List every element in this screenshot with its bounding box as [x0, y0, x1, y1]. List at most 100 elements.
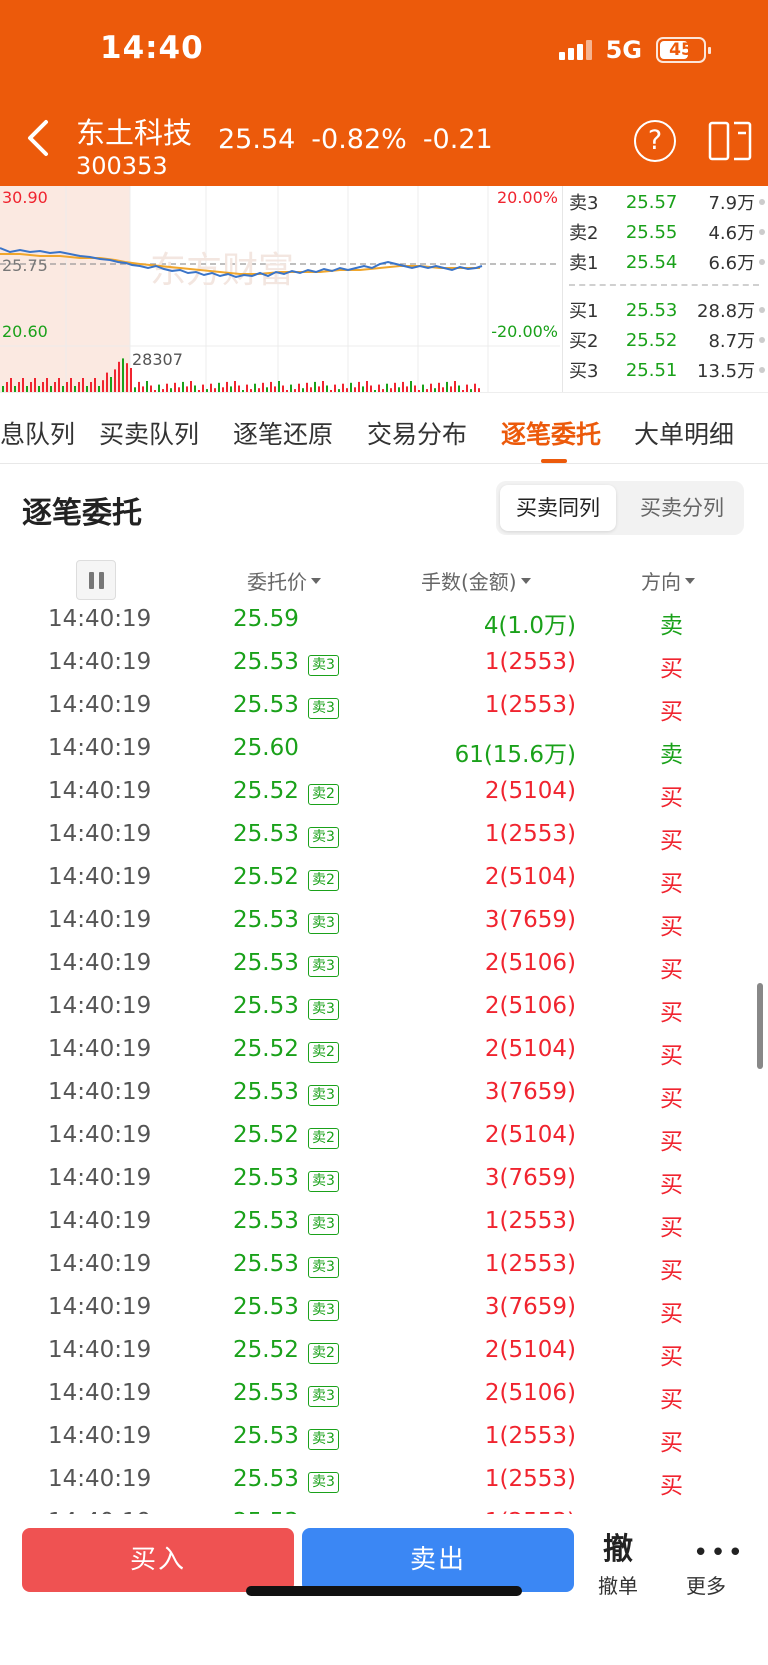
- volume-bar: [6, 382, 8, 392]
- split-column-button[interactable]: 买卖分列: [624, 485, 740, 531]
- top-bar: 14:40 5G 45 东土科技 300353 25.54 -0.82% -0.…: [0, 0, 768, 186]
- trade-time: 14:40:19: [48, 1036, 152, 1062]
- cancel-order-icon[interactable]: 撤: [603, 1524, 633, 1568]
- volume-column-header[interactable]: 手数(金额): [421, 566, 531, 595]
- trade-price: 25.53: [233, 907, 299, 933]
- trade-price: 25.53: [233, 1251, 299, 1277]
- same-column-button[interactable]: 买卖同列: [500, 485, 616, 531]
- direction-column-header[interactable]: 方向: [641, 566, 695, 595]
- trade-volume: 1(2553): [484, 1208, 576, 1234]
- level-badge: 卖3: [308, 1429, 339, 1450]
- trade-price: 25.53: [233, 1079, 299, 1105]
- tab-info-queue[interactable]: 息队列: [0, 415, 75, 451]
- trade-row: 14:40:19 25.52 卖2 2(5104) 买: [0, 772, 768, 815]
- tab-order-queue[interactable]: 买卖队列: [99, 415, 199, 451]
- trade-direction: 买: [660, 1301, 683, 1327]
- dot-icon: [759, 367, 765, 373]
- more-icon[interactable]: •••: [693, 1538, 745, 1568]
- scrollbar[interactable]: [757, 983, 763, 1069]
- back-icon[interactable]: [22, 118, 56, 158]
- tab-trade-distribution[interactable]: 交易分布: [367, 415, 467, 451]
- more-button[interactable]: 更多: [686, 1570, 726, 1599]
- level-badge: 卖3: [308, 1472, 339, 1493]
- bid-price: 25.51: [625, 359, 678, 381]
- chart-down-pct: -20.00%: [491, 322, 558, 341]
- sort-caret-icon: [520, 577, 531, 584]
- trade-row: 14:40:1925.53卖31(2553)买: [0, 815, 768, 858]
- trade-price: 25.52: [233, 1337, 299, 1363]
- level-badge: 卖2: [308, 1042, 339, 1063]
- sell-button[interactable]: 卖出: [302, 1528, 574, 1592]
- pause-icon[interactable]: [76, 560, 116, 600]
- trade-row: 14:40:19 25.53 卖3 3(7659) 买: [0, 1159, 768, 1202]
- trade-price: 25.52: [233, 778, 299, 804]
- cancel-order-button[interactable]: 撤单: [598, 1570, 638, 1599]
- tick-order-list[interactable]: 14:40:19 25.59 4(1.0万) 卖 14:40:19 25.53 卖3 1(25…: [0, 600, 768, 1514]
- trade-row: 14:40:19 25.59 4(1.0万) 卖: [0, 600, 768, 643]
- volume-bar: [466, 384, 468, 392]
- trade-price: 25.53: [233, 950, 299, 976]
- battery-level: 45: [669, 40, 693, 60]
- trade-direction: 买: [660, 1086, 683, 1112]
- trade-direction: 买: [660, 1000, 683, 1026]
- ask-level: 卖3: [569, 193, 599, 214]
- home-indicator[interactable]: [246, 1586, 522, 1596]
- chart-high-label: 30.90: [2, 188, 48, 207]
- ask-volume: 7.9万: [708, 193, 756, 214]
- trade-volume: 2(5104): [484, 778, 576, 804]
- volume-bar: [430, 383, 432, 392]
- buy-button[interactable]: 买入: [22, 1528, 294, 1592]
- level-badge: 卖2: [308, 870, 339, 891]
- volume-bar: [226, 381, 228, 392]
- battery-icon: 45: [656, 37, 711, 63]
- layout-switch-icon[interactable]: [708, 120, 752, 162]
- chart-mid-label: 25.75: [2, 256, 48, 275]
- trade-price: 25.53: [233, 993, 299, 1019]
- bid-level: 买3: [569, 361, 599, 382]
- trade-price: 25.52: [233, 1122, 299, 1148]
- trade-direction: 卖: [660, 742, 683, 768]
- trade-time: 14:40:19: [48, 950, 152, 976]
- tab-large-orders[interactable]: 大单明细: [634, 415, 734, 451]
- trade-volume: 3(7659): [484, 1165, 576, 1191]
- tab-tick-restore[interactable]: 逐笔还原: [233, 415, 333, 451]
- trade-row: 14:40:19 25.60 61(15.6万) 卖: [0, 729, 768, 772]
- trade-volume: 2(5106): [484, 950, 576, 976]
- trade-volume: 3(7659): [484, 1079, 576, 1105]
- volume-bar: [446, 381, 448, 392]
- trade-volume: 2(5104): [484, 1036, 576, 1062]
- order-book[interactable]: 卖3 25.57 7.9万 卖2 25.55 4.6万 卖1 25.54 6.6…: [562, 186, 768, 392]
- trade-volume: 1(2553): [484, 1251, 576, 1277]
- trade-volume: 1(2553): [484, 821, 576, 847]
- change-percent: -0.82%: [311, 124, 407, 155]
- trade-time: 14:40:19: [48, 1165, 152, 1191]
- trade-row: 14:40:19 25.53 卖3 2(5106) 买: [0, 987, 768, 1030]
- bid-row: 买3 25.51 13.5万: [569, 356, 765, 384]
- volume-bar: [366, 381, 368, 392]
- help-icon[interactable]: ?: [634, 120, 676, 162]
- trade-time: 14:40:19: [48, 649, 152, 675]
- volume-bar: [422, 384, 424, 392]
- trade-volume: 61(15.6万): [454, 742, 576, 768]
- trade-time: 14:40:19: [48, 1337, 152, 1363]
- trade-row: 14:40:1925.53卖31(2553)买: [0, 1503, 768, 1514]
- volume-header-label: 手数(金额): [421, 570, 517, 594]
- volume-bar: [106, 372, 108, 392]
- volume-bar: [210, 383, 212, 392]
- network-type: 5G: [605, 36, 642, 64]
- intraday-chart[interactable]: 东方财富 30.90 25.75 20.60 20.00% -20.00% 28…: [0, 186, 560, 392]
- bid-row: 买2 25.52 8.7万: [569, 326, 765, 354]
- tab-tick-orders[interactable]: 逐笔委托: [501, 415, 601, 451]
- trade-row: 14:40:19 25.52 卖2 2(5104) 买: [0, 1331, 768, 1374]
- volume-bar: [22, 378, 24, 392]
- trade-price: 25.53: [233, 1294, 299, 1320]
- trade-time: 14:40:19: [48, 778, 152, 804]
- bid-volume: 28.8万: [697, 301, 756, 322]
- volume-bar: [82, 378, 84, 392]
- stock-code: 300353: [76, 152, 168, 180]
- volume-bar: [146, 381, 148, 392]
- trade-price: 25.53: [233, 649, 299, 675]
- volume-bar: [246, 384, 248, 392]
- price-column-header[interactable]: 委托价: [247, 566, 321, 595]
- trade-time: 14:40:19: [48, 993, 152, 1019]
